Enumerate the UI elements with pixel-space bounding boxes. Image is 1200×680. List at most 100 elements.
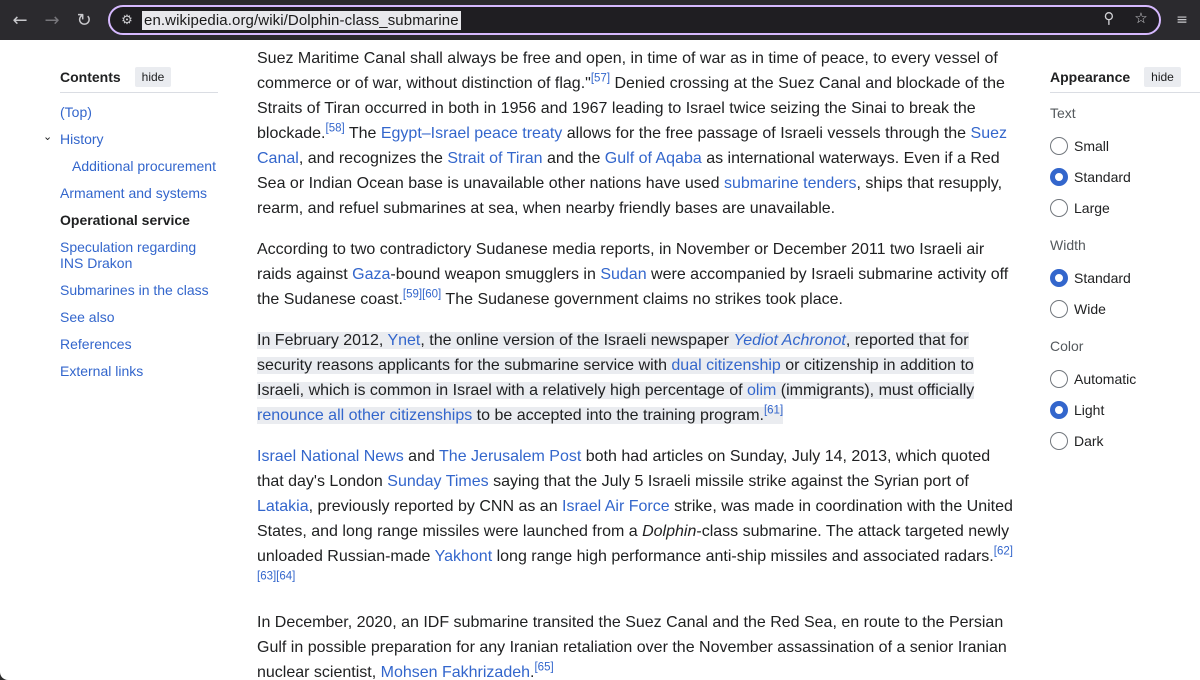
url-text[interactable]: en.wikipedia.org/wiki/Dolphin-class_subm… xyxy=(142,10,461,30)
radio-text-small[interactable]: Small xyxy=(1050,130,1200,161)
toc-item-submarines-in-class[interactable]: Submarines in the class xyxy=(60,282,220,298)
chevron-down-icon[interactable]: ⌄ xyxy=(43,129,52,145)
paragraph-persian-gulf: In December, 2020, an IDF submarine tran… xyxy=(257,610,1017,680)
back-arrow-icon[interactable]: ← xyxy=(4,4,36,36)
citation-58[interactable]: [58] xyxy=(326,123,345,135)
color-label: Color xyxy=(1050,338,1084,354)
text: In December, 2020, an IDF submarine tran… xyxy=(257,614,1007,680)
link-ynet[interactable]: Ynet xyxy=(387,332,420,349)
site-info-icon[interactable]: ⚙ xyxy=(116,9,138,31)
toc-item-armament[interactable]: Armament and systems xyxy=(60,185,220,201)
citation-57[interactable]: [57] xyxy=(591,73,610,85)
radio-selected-icon[interactable] xyxy=(1050,268,1068,287)
link-olim[interactable]: olim xyxy=(747,382,776,399)
appearance-hide-button[interactable]: hide xyxy=(1144,66,1181,87)
radio-label: Wide xyxy=(1074,300,1106,317)
text: allows for the free passage of Israeli v… xyxy=(562,125,971,142)
wikipedia-page: Contents hide (Top) ⌄ History Additional… xyxy=(0,40,1200,680)
text: , the online version of the Israeli news… xyxy=(420,332,734,349)
text: and the xyxy=(542,150,605,167)
text-size-label: Text xyxy=(1050,105,1076,121)
text: to be accepted into the training program… xyxy=(472,407,764,424)
link-gulf-of-aqaba[interactable]: Gulf of Aqaba xyxy=(605,150,702,167)
link-mohsen-fakhrizadeh[interactable]: Mohsen Fakhrizadeh xyxy=(381,664,530,680)
toc-item-top[interactable]: (Top) xyxy=(60,104,220,120)
link-jerusalem-post[interactable]: The Jerusalem Post xyxy=(439,448,581,465)
radio-color-light[interactable]: Light xyxy=(1050,394,1200,425)
radio-label: Automatic xyxy=(1074,370,1137,387)
toc-item-operational-service[interactable]: Operational service xyxy=(60,212,220,228)
radio-label: Large xyxy=(1074,199,1110,216)
browser-toolbar: ← → ↻ ⚙ en.wikipedia.org/wiki/Dolphin-cl… xyxy=(0,0,1200,40)
radio-text-standard[interactable]: Standard xyxy=(1050,161,1200,192)
text: -bound weapon smugglers in xyxy=(390,266,601,283)
italic-dolphin: Dolphin xyxy=(642,523,697,540)
zoom-icon[interactable]: ⚲ xyxy=(1099,9,1119,27)
link-gaza[interactable]: Gaza xyxy=(352,266,390,283)
link-dual-citizenship[interactable]: dual citizenship xyxy=(671,357,780,374)
link-israel-national-news[interactable]: Israel National News xyxy=(257,448,404,465)
paragraph-sudan: According to two contradictory Sudanese … xyxy=(257,237,1017,312)
radio-text-large[interactable]: Large xyxy=(1050,192,1200,223)
paragraph-ynet: In February 2012, Ynet, the online versi… xyxy=(257,328,1017,428)
text: , and recognizes the xyxy=(298,150,448,167)
radio-label: Light xyxy=(1074,401,1105,418)
toc-header: Contents hide xyxy=(60,65,218,93)
appearance-panel: Appearance hide Text Small Standard Larg… xyxy=(1050,65,1200,456)
toc-item-external-links[interactable]: External links xyxy=(60,363,220,379)
link-yediot-achronot[interactable]: Yediot Achronot xyxy=(733,332,845,349)
link-strait-of-tiran[interactable]: Strait of Tiran xyxy=(447,150,542,167)
link-renounce-citizenships[interactable]: renounce all other citizenships xyxy=(257,407,472,424)
toc-item-references[interactable]: References xyxy=(60,336,220,352)
text: In February 2012, xyxy=(257,332,388,349)
paragraph-suez: Suez Maritime Canal shall always be free… xyxy=(257,46,1017,221)
appearance-header: Appearance hide xyxy=(1050,65,1200,93)
reload-icon[interactable]: ↻ xyxy=(68,4,100,36)
radio-label: Standard xyxy=(1074,168,1131,185)
radio-icon[interactable] xyxy=(1050,369,1068,388)
toc-item-history[interactable]: ⌄ History xyxy=(43,130,220,147)
text: long range high performance anti-ship mi… xyxy=(492,548,994,565)
citation-61[interactable]: [61] xyxy=(764,405,783,417)
text: and xyxy=(403,448,440,465)
bookmark-star-icon[interactable]: ☆ xyxy=(1131,9,1151,27)
toc-item-see-also[interactable]: See also xyxy=(60,309,220,325)
forward-arrow-icon[interactable]: → xyxy=(36,4,68,36)
radio-selected-icon[interactable] xyxy=(1050,167,1068,186)
reading-list-icon[interactable]: ≡ xyxy=(1168,4,1196,36)
radio-label: Small xyxy=(1074,137,1110,154)
link-submarine-tenders[interactable]: submarine tenders xyxy=(724,175,857,192)
radio-icon[interactable] xyxy=(1050,431,1068,450)
citation-59-60[interactable]: [59][60] xyxy=(403,289,441,301)
address-bar[interactable]: ⚙ en.wikipedia.org/wiki/Dolphin-class_su… xyxy=(108,5,1161,35)
radio-label: Dark xyxy=(1074,432,1104,449)
radio-icon[interactable] xyxy=(1050,136,1068,155)
text: , previously reported by CNN as an xyxy=(308,498,563,515)
width-label: Width xyxy=(1050,237,1086,253)
toc-hide-button[interactable]: hide xyxy=(134,66,172,87)
link-latakia[interactable]: Latakia xyxy=(257,498,309,515)
radio-icon[interactable] xyxy=(1050,299,1068,318)
link-sudan[interactable]: Sudan xyxy=(600,266,646,283)
radio-label: Standard xyxy=(1074,269,1131,286)
text: (immigrants), must officially xyxy=(776,382,975,399)
radio-icon[interactable] xyxy=(1050,198,1068,217)
toc-item-additional-procurement[interactable]: Additional procurement xyxy=(60,158,220,174)
radio-width-wide[interactable]: Wide xyxy=(1050,293,1200,324)
paragraph-latakia: Israel National News and The Jerusalem P… xyxy=(257,444,1017,594)
link-egypt-israel-treaty[interactable]: Egypt–Israel peace treaty xyxy=(381,125,562,142)
link-sunday-times[interactable]: Sunday Times xyxy=(387,473,488,490)
toc-item-label: History xyxy=(60,131,104,147)
text: The Sudanese government claims no strike… xyxy=(441,291,843,308)
toc-list: (Top) ⌄ History Additional procurement A… xyxy=(43,104,220,379)
citation-65[interactable]: [65] xyxy=(534,662,553,674)
radio-color-dark[interactable]: Dark xyxy=(1050,425,1200,456)
link-israel-air-force[interactable]: Israel Air Force xyxy=(562,498,670,515)
radio-width-standard[interactable]: Standard xyxy=(1050,262,1200,293)
radio-color-automatic[interactable]: Automatic xyxy=(1050,363,1200,394)
table-of-contents: Contents hide (Top) ⌄ History Additional… xyxy=(43,65,220,390)
link-yakhont[interactable]: Yakhont xyxy=(435,548,493,565)
radio-selected-icon[interactable] xyxy=(1050,400,1068,419)
toc-item-speculation-drakon[interactable]: Speculation regarding INS Drakon xyxy=(60,239,220,271)
article-body: Suez Maritime Canal shall always be free… xyxy=(257,46,1017,680)
